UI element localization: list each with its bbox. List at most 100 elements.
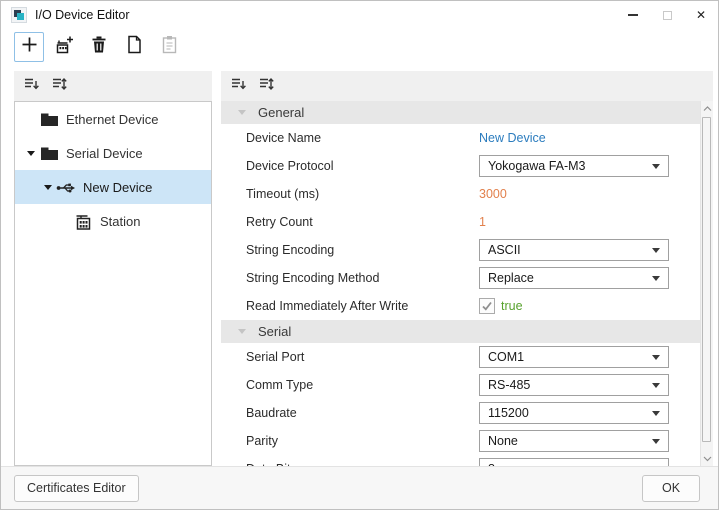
minimize-button[interactable] — [616, 1, 650, 29]
tree-toolbar — [14, 71, 212, 101]
checkbox-value-label: true — [501, 299, 523, 313]
property-label: Device Protocol — [246, 159, 479, 173]
chevron-down-icon — [652, 439, 660, 444]
property-row-device-name: Device NameNew Device — [221, 124, 700, 152]
chevron-down-icon — [652, 411, 660, 416]
property-row-data-bits: Data Bits8 — [221, 455, 700, 466]
device-name-value[interactable]: New Device — [479, 131, 546, 145]
minimize-icon — [628, 14, 638, 16]
expand-all-icon — [258, 76, 275, 97]
expand-arrow-icon[interactable] — [40, 185, 56, 190]
add-device-button[interactable] — [14, 32, 44, 62]
tree-item-label: Serial Device — [66, 146, 143, 161]
clipboard-icon — [161, 35, 178, 59]
window-controls: ✕ — [616, 1, 718, 29]
collapse-all-button[interactable] — [22, 77, 40, 95]
expand-all-button[interactable] — [257, 77, 275, 95]
ok-button[interactable]: OK — [642, 475, 700, 502]
timeout-ms-value[interactable]: 3000 — [479, 187, 507, 201]
section-header-general[interactable]: General — [221, 101, 700, 124]
chevron-down-icon — [652, 276, 660, 281]
property-label: Retry Count — [246, 215, 479, 229]
serial-port-dropdown[interactable]: COM1 — [479, 346, 669, 368]
collapse-all-button[interactable] — [229, 77, 247, 95]
close-button[interactable]: ✕ — [684, 1, 718, 29]
title-bar: I/O Device Editor ✕ — [1, 1, 718, 29]
expand-arrow-icon[interactable] — [23, 151, 39, 156]
tree-item-station[interactable]: Station — [15, 204, 211, 238]
delete-button[interactable] — [84, 32, 114, 62]
tree-item-label: Station — [100, 214, 140, 229]
paste-button[interactable] — [154, 32, 184, 62]
chevron-down-icon — [238, 110, 246, 115]
property-row-read-immediately-after-write: Read Immediately After Writetrue — [221, 292, 700, 320]
property-row-string-encoding-method: String Encoding Method Replace — [221, 264, 700, 292]
property-row-string-encoding: String EncodingASCII — [221, 236, 700, 264]
baudrate-dropdown[interactable]: 115200 — [479, 402, 669, 424]
chevron-down-icon — [652, 383, 660, 388]
add-station-button[interactable] — [49, 32, 79, 62]
section-header-serial[interactable]: Serial — [221, 320, 700, 343]
string-encoding-method-dropdown[interactable]: Replace — [479, 267, 669, 289]
chevron-down-icon — [652, 248, 660, 253]
device-protocol-dropdown[interactable]: Yokogawa FA-M3 — [479, 155, 669, 177]
dropdown-value: Yokogawa FA-M3 — [488, 159, 586, 173]
property-toolbar — [221, 71, 713, 101]
device-tree: Ethernet Device Serial Device New Device St… — [14, 101, 212, 466]
maximize-button[interactable] — [650, 1, 684, 29]
comm-type-dropdown[interactable]: RS-485 — [479, 374, 669, 396]
footer-bar: Certificates Editor OK — [1, 466, 718, 509]
close-icon: ✕ — [696, 9, 706, 21]
copy-icon — [125, 35, 143, 59]
trash-icon — [90, 35, 108, 59]
retry-count-value[interactable]: 1 — [479, 215, 486, 229]
window-title: I/O Device Editor — [35, 8, 129, 22]
copy-button[interactable] — [119, 32, 149, 62]
property-label: String Encoding — [246, 243, 479, 257]
expand-all-button[interactable] — [50, 77, 68, 95]
tree-item-label: New Device — [83, 180, 152, 195]
parity-dropdown[interactable]: None — [479, 430, 669, 452]
plus-icon — [20, 35, 39, 59]
scrollbar-thumb[interactable] — [702, 117, 711, 442]
collapse-all-icon — [230, 76, 247, 97]
chevron-down-icon — [238, 329, 246, 334]
read-immediately-after-write-checkbox[interactable] — [479, 298, 495, 314]
chevron-down-icon — [652, 355, 660, 360]
dropdown-value: Replace — [488, 271, 534, 285]
property-row-serial-port: Serial Port COM1 — [221, 343, 700, 371]
property-row-comm-type: Comm TypeRS-485 — [221, 371, 700, 399]
station-add-icon — [54, 35, 74, 60]
folder-icon — [39, 146, 59, 161]
tree-item-new-device[interactable]: New Device — [15, 170, 211, 204]
vertical-scrollbar[interactable] — [700, 101, 713, 466]
data-bits-dropdown[interactable]: 8 — [479, 458, 669, 466]
collapse-all-icon — [23, 76, 40, 97]
chevron-down-icon — [652, 164, 660, 169]
property-label: Device Name — [246, 131, 479, 145]
section-title: General — [258, 105, 304, 120]
section-title: Serial — [258, 324, 291, 339]
dropdown-value: None — [488, 434, 518, 448]
string-encoding-dropdown[interactable]: ASCII — [479, 239, 669, 261]
property-row-parity: ParityNone — [221, 427, 700, 455]
property-row-baudrate: Baudrate 115200 — [221, 399, 700, 427]
scroll-up-icon[interactable] — [701, 101, 713, 116]
station-icon — [73, 213, 93, 230]
maximize-icon — [663, 11, 672, 20]
dropdown-value: 115200 — [488, 406, 529, 420]
property-label: Serial Port — [246, 350, 479, 364]
tree-item-label: Ethernet Device — [66, 112, 159, 127]
tree-item-ethernet-device[interactable]: Ethernet Device — [15, 102, 211, 136]
main-toolbar — [14, 32, 184, 64]
property-row-device-protocol: Device Protocol Yokogawa FA-M3 — [221, 152, 700, 180]
property-label: String Encoding Method — [246, 271, 479, 285]
scroll-down-icon[interactable] — [701, 451, 713, 466]
dropdown-value: COM1 — [488, 350, 524, 364]
io-device-editor-window: I/O Device Editor ✕ Ethernet Device Seria… — [0, 0, 719, 510]
dropdown-value: RS-485 — [488, 378, 530, 392]
property-label: Baudrate — [246, 406, 479, 420]
certificates-editor-button[interactable]: Certificates Editor — [14, 475, 139, 502]
tree-item-serial-device[interactable]: Serial Device — [15, 136, 211, 170]
app-logo-icon — [11, 7, 27, 23]
